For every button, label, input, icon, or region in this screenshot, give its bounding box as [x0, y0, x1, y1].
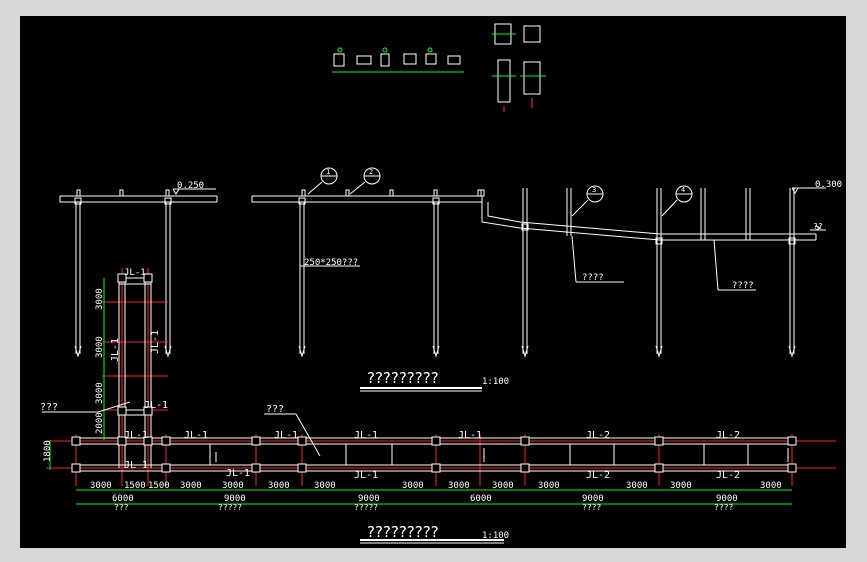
detail-thumbnails [332, 23, 546, 112]
dim-row1: 3000 [538, 481, 560, 491]
plan-beam-label: JL-2 [716, 470, 740, 481]
plan-beam-label: JL-1 [124, 460, 148, 471]
plan-beam-label: JL-1 [274, 430, 298, 441]
vertical-beam-label: JL-1 [150, 330, 161, 354]
plan-note-2: ??? [266, 404, 284, 415]
plan-beam-label: JL-2 [586, 430, 610, 441]
plan-beam-label: JL-1 [226, 468, 250, 479]
dim-row3: ??? [114, 503, 129, 512]
plan-beam-label: JL-2 [586, 470, 610, 481]
plan-scale: 1:100 [482, 531, 509, 541]
dim-row3: ???? [582, 503, 601, 512]
dim-row1: 3000 [268, 481, 290, 491]
dim-vertical: 3000 [95, 382, 105, 404]
dim-row1: 3000 [314, 481, 336, 491]
column-note-label: 250*250??? [304, 258, 358, 268]
elev-note-1: ???? [582, 273, 604, 283]
dim-row1: 3000 [180, 481, 202, 491]
dim-row1: 3000 [448, 481, 470, 491]
dim-row1: 3000 [760, 481, 782, 491]
dim-row1: 3000 [626, 481, 648, 491]
level-left-label: 0.250 [177, 181, 204, 191]
level-right-label: 0.300 [815, 180, 842, 190]
dim-vertical: 2000 [95, 412, 105, 434]
plan-beam-label: JL-1 [124, 430, 148, 441]
dim-row1: 1500 [124, 481, 146, 491]
dim-row1: 3000 [90, 481, 112, 491]
elevation-title: ????????? [367, 369, 439, 387]
plan-beam-label: JL-1 [354, 430, 378, 441]
plan-beam-label: JL-2 [716, 430, 740, 441]
dim-row1: 3000 [492, 481, 514, 491]
elevation-view [59, 167, 826, 392]
elev-leaders [300, 235, 756, 291]
slope-mark-label: ?? [813, 222, 823, 231]
plan-note-1: ??? [40, 402, 58, 413]
drawing-canvas[interactable]: 0.250 0.300 ?? 250*250??? ???? ???? ????… [20, 16, 846, 548]
plan-beam-label: JL-1 [184, 430, 208, 441]
cad-viewer-frame: 0.250 0.300 ?? 250*250??? ???? ???? ????… [0, 0, 867, 562]
elev-note-2: ???? [732, 281, 754, 291]
elev-posts [76, 189, 482, 197]
dim-row3: ????? [218, 503, 242, 512]
dim-row1: 3000 [402, 481, 424, 491]
dim-row1: 3000 [670, 481, 692, 491]
dim-row1: 3000 [222, 481, 244, 491]
elev-detail-callouts [307, 167, 693, 217]
dim-row3: ???? [714, 503, 733, 512]
plan-beam-label: JL-1 [354, 470, 378, 481]
dim-vertical: 3000 [95, 336, 105, 358]
detail-number: 2 [369, 168, 373, 176]
detail-row-left [332, 47, 464, 73]
plan-axis-lines [46, 268, 836, 486]
dim-row3: ????? [354, 503, 378, 512]
plan-title: ????????? [367, 523, 439, 541]
detail-col-right [492, 23, 546, 112]
plan-beam-label: JL-1 [458, 430, 482, 441]
detail-number: 4 [681, 186, 685, 194]
dim-row1: 1500 [148, 481, 170, 491]
plan-rafters [209, 444, 789, 465]
top-vertical-beam-label: JL-1 [124, 268, 146, 278]
elevation-scale: 1:100 [482, 377, 509, 387]
elev-columns [74, 188, 796, 358]
elev-level-marks [172, 187, 826, 231]
elev-nodes [74, 189, 796, 245]
drawing-svg: 0.250 0.300 ?? 250*250??? ???? ???? ????… [40, 23, 842, 544]
vertical-beam-label: JL-1 [144, 400, 168, 411]
dim-row2: 6000 [470, 494, 492, 504]
dim-vertical: 3000 [95, 288, 105, 310]
dim-width: 1800 [43, 440, 53, 462]
vertical-beam-label: JL-1 [110, 338, 121, 362]
detail-number: 3 [592, 186, 596, 194]
detail-number: 1 [326, 168, 330, 176]
